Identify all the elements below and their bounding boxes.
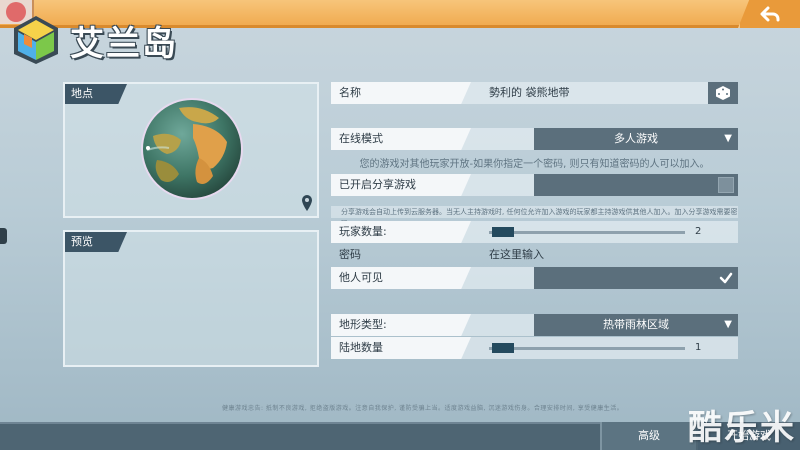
player-count-row: 玩家数量: 2: [331, 221, 738, 243]
visible-label: 他人可见: [331, 267, 471, 289]
check-icon: [719, 272, 733, 284]
terrain-value: 热带雨林区域: [603, 318, 669, 331]
land-count-label: 陆地数量: [331, 337, 471, 359]
land-count-row: 陆地数量 1: [331, 337, 738, 359]
map-pin-icon[interactable]: [301, 194, 313, 212]
online-mode-value: 多人游戏: [614, 132, 658, 145]
online-mode-dropdown[interactable]: 多人游戏 ▼: [534, 128, 738, 150]
share-description: 分享游戏会自动上传到云服务器。当无人主持游戏时, 任何位允许加入游戏的玩家都主持…: [331, 206, 738, 228]
random-name-button[interactable]: [708, 82, 738, 104]
land-count-slider-thumb[interactable]: [492, 343, 515, 353]
location-panel: 地点: [63, 82, 319, 218]
back-arrow-icon: [760, 6, 780, 22]
advanced-button[interactable]: 高级: [600, 422, 696, 450]
name-row: 名称 勢利的 袋熊地带: [331, 82, 738, 104]
player-count-value: 2: [695, 226, 702, 237]
terrain-dropdown[interactable]: 热带雨林区域 ▼: [534, 314, 738, 336]
title-area: 艾兰岛: [10, 14, 178, 66]
caret-down-icon: ▼: [724, 319, 732, 330]
terrain-label: 地形类型:: [331, 314, 471, 336]
side-drawer-handle[interactable]: [0, 228, 7, 244]
dice-icon: [716, 86, 730, 100]
globe[interactable]: [139, 96, 245, 202]
terrain-row: 地形类型: 热带雨林区域 ▼: [331, 314, 738, 336]
location-label: 地点: [65, 84, 127, 104]
visible-row: 他人可见: [331, 267, 738, 289]
preview-panel: 预览: [63, 230, 319, 367]
visible-toggle[interactable]: [534, 267, 738, 289]
password-input[interactable]: 在这里输入: [489, 244, 544, 266]
password-row: 密码 在这里输入: [331, 244, 738, 266]
player-count-label: 玩家数量:: [331, 221, 471, 243]
land-count-slider-track[interactable]: [489, 347, 685, 350]
online-mode-label: 在线模式: [331, 128, 471, 150]
land-count-value: 1: [695, 342, 702, 353]
health-footnote: 健康游戏忠告: 抵制不良游戏, 拒绝盗版游戏。注意自我保护, 谨防受骗上当。适度…: [222, 405, 624, 412]
world-name-value[interactable]: 勢利的 袋熊地带: [489, 82, 570, 104]
logo-cube-icon: [14, 16, 58, 64]
player-count-slider-track[interactable]: [489, 231, 685, 234]
name-label: 名称: [331, 82, 471, 104]
watermark: 酷乐米: [688, 408, 796, 448]
online-mode-description: 您的游戏对其他玩家开放-如果你指定一个密码, 则只有知道密码的人可以加入。: [359, 159, 710, 170]
password-label: 密码: [339, 248, 361, 261]
share-label: 已开启分享游戏: [331, 174, 471, 196]
preview-label: 预览: [65, 232, 127, 252]
share-checkbox: [718, 177, 734, 193]
online-mode-row: 在线模式 多人游戏 ▼: [331, 128, 738, 150]
player-count-slider-thumb[interactable]: [492, 227, 515, 237]
caret-down-icon: ▼: [724, 133, 732, 144]
share-toggle[interactable]: [534, 174, 738, 196]
share-row: 已开启分享游戏: [331, 174, 738, 196]
game-title: 艾兰岛: [70, 23, 178, 64]
